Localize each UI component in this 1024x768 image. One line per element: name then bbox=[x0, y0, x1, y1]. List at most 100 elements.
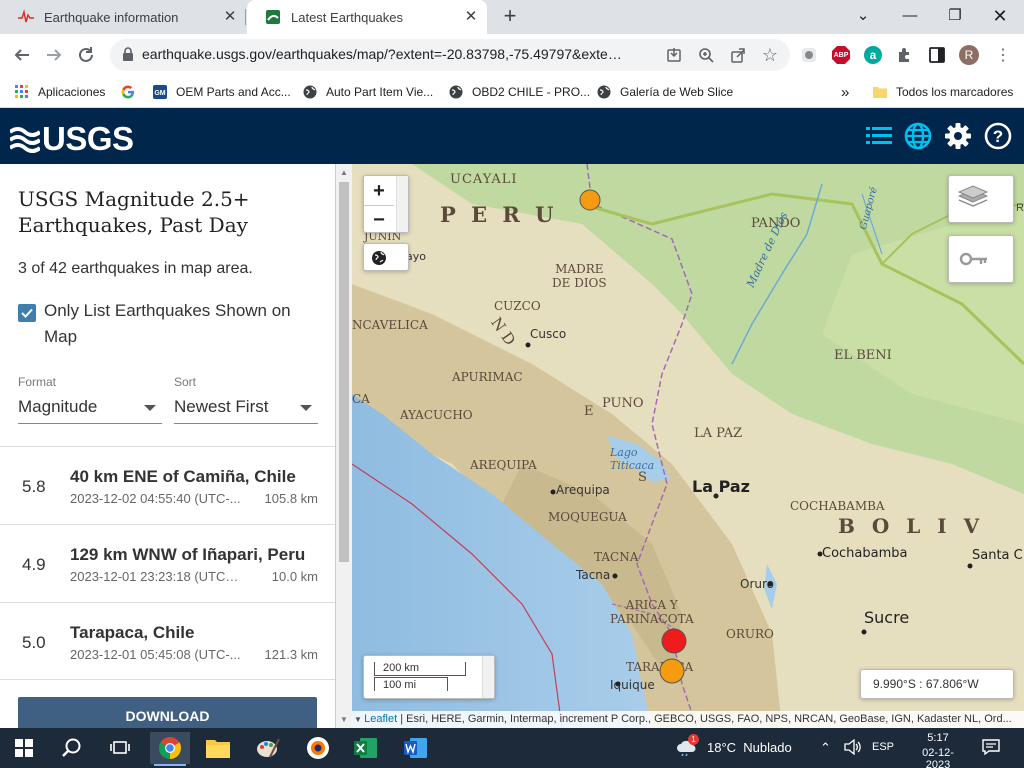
close-tab-icon[interactable]: ✕ bbox=[463, 9, 479, 25]
earthquake-count-text: 3 of 42 earthquakes in map area. bbox=[18, 260, 253, 277]
weather-text[interactable]: 18°C Nublado bbox=[707, 740, 792, 755]
list-title: USGS Magnitude 2.5+ Earthquakes, Past Da… bbox=[18, 187, 250, 237]
windows-taskbar: 1 18°C Nublado ⌃ ESP 5:17 02-12-2023 bbox=[0, 728, 1024, 768]
only-list-shown-checkbox[interactable] bbox=[18, 304, 36, 322]
sidebar-scrollbar[interactable]: ▲ ▼ bbox=[336, 164, 352, 728]
tab-earthquake-information[interactable]: Earthquake information ✕ bbox=[0, 0, 246, 34]
world-view-button[interactable] bbox=[363, 243, 409, 271]
help-question-icon[interactable]: ? bbox=[983, 121, 1013, 151]
bookmark-aplicaciones[interactable]: Aplicaciones bbox=[14, 82, 105, 102]
back-button[interactable] bbox=[10, 43, 34, 67]
leaflet-link[interactable]: Leaflet bbox=[364, 713, 397, 725]
tab-search-icon[interactable]: ⌄ bbox=[848, 5, 878, 27]
reload-button[interactable] bbox=[74, 43, 98, 67]
folder-icon bbox=[206, 740, 230, 758]
legend-key-control[interactable] bbox=[948, 235, 1014, 283]
task-view-button[interactable] bbox=[100, 732, 140, 764]
zoom-control-scrollbar[interactable] bbox=[396, 176, 408, 232]
bookmark-galeria-web-slice[interactable]: Galería de Web Slice bbox=[596, 82, 733, 102]
close-window-button[interactable]: ✕ bbox=[985, 5, 1015, 27]
browser-menu-icon[interactable]: ⋮ bbox=[992, 44, 1014, 66]
side-panel-icon[interactable] bbox=[926, 44, 948, 66]
restore-window-button[interactable]: ❐ bbox=[940, 5, 970, 27]
taskbar-file-explorer[interactable] bbox=[198, 732, 238, 764]
layers-icon bbox=[957, 185, 989, 207]
url-text[interactable]: earthquake.usgs.gov/earthquakes/map/?ext… bbox=[142, 46, 622, 62]
extensions-puzzle-icon[interactable] bbox=[894, 44, 916, 66]
earthquake-time: 2023-12-01 23:23:18 (UTC-0... bbox=[70, 569, 242, 584]
minimize-window-button[interactable]: — bbox=[895, 5, 925, 27]
bookmark-obd2-chile[interactable]: OBD2 CHILE - PRO... bbox=[448, 82, 590, 102]
tab-latest-earthquakes[interactable]: Latest Earthquakes ✕ bbox=[247, 0, 487, 34]
attribution-text: | Esri, HERE, Garmin, Intermap, incremen… bbox=[397, 713, 1012, 725]
usgs-logo[interactable]: USGS bbox=[10, 120, 134, 158]
svg-text:?: ? bbox=[993, 127, 1003, 146]
earthquake-list-item[interactable]: 5.8 40 km ENE of Camiña, Chile 2023-12-0… bbox=[0, 446, 335, 524]
all-bookmarks-folder[interactable]: Todos los marcadores bbox=[872, 82, 1013, 102]
taskbar-chrome[interactable] bbox=[150, 732, 190, 766]
task-view-icon bbox=[110, 741, 130, 754]
start-button[interactable] bbox=[4, 732, 44, 764]
amazon-assistant-icon[interactable]: a bbox=[862, 44, 884, 66]
download-button[interactable]: DOWNLOAD bbox=[18, 697, 317, 728]
settings-gear-icon[interactable] bbox=[943, 121, 973, 151]
taskbar-excel[interactable] bbox=[346, 732, 386, 764]
taskbar-paint[interactable] bbox=[248, 732, 288, 764]
bookmarks-overflow-button[interactable]: » bbox=[841, 82, 849, 102]
clock[interactable]: 5:17 02-12-2023 bbox=[910, 732, 966, 768]
extension-icon[interactable] bbox=[798, 44, 820, 66]
profile-avatar[interactable]: R bbox=[958, 44, 980, 66]
taskbar-word[interactable] bbox=[396, 732, 436, 764]
zoom-in-button[interactable]: + bbox=[364, 176, 394, 206]
globe-icon bbox=[372, 251, 386, 265]
earthquake-marker[interactable] bbox=[658, 657, 686, 685]
list-view-icon[interactable] bbox=[864, 121, 894, 151]
gm-icon: GM bbox=[152, 84, 168, 100]
language-indicator[interactable]: ESP bbox=[872, 741, 894, 753]
map-view-globe-icon[interactable] bbox=[903, 121, 933, 151]
browser-tab-strip: Earthquake information ✕ Latest Earthqua… bbox=[0, 0, 1024, 34]
scroll-up-arrow-icon[interactable]: ▲ bbox=[340, 168, 348, 177]
earthquake-magnitude: 4.9 bbox=[22, 555, 46, 574]
share-icon[interactable] bbox=[728, 45, 748, 65]
install-app-icon[interactable] bbox=[664, 45, 684, 65]
tab-title: Latest Earthquakes bbox=[291, 9, 404, 25]
earthquake-map[interactable]: UCAYALI P E R U PANDO MADRE DE DIOS CUZC… bbox=[352, 164, 1024, 728]
bookmark-label: Galería de Web Slice bbox=[620, 85, 734, 99]
sort-select[interactable]: Newest First bbox=[174, 392, 318, 424]
notifications-icon[interactable] bbox=[982, 739, 1000, 758]
new-tab-button[interactable]: + bbox=[498, 5, 522, 29]
zoom-icon[interactable] bbox=[696, 45, 716, 65]
only-list-shown-label[interactable]: Only List Earthquakes Shown on Map bbox=[44, 298, 314, 350]
attribution-toggle-icon[interactable]: ▼ bbox=[354, 715, 364, 724]
scrollbar-thumb[interactable] bbox=[339, 182, 349, 562]
zoom-out-button[interactable]: − bbox=[364, 205, 394, 235]
scale-scrollbar[interactable] bbox=[482, 656, 494, 698]
bookmark-star-icon[interactable]: ☆ bbox=[760, 45, 780, 65]
taskbar-avast[interactable] bbox=[298, 732, 338, 764]
lock-icon[interactable] bbox=[122, 47, 134, 66]
volume-icon[interactable] bbox=[844, 738, 862, 758]
earthquake-list-item[interactable]: 4.9 129 km WNW of Iñapari, Peru 2023-12-… bbox=[0, 524, 335, 602]
globe-icon bbox=[448, 84, 464, 100]
back-arrow-icon bbox=[14, 49, 29, 61]
adblock-plus-icon[interactable]: ABP bbox=[830, 44, 852, 66]
hidden-icons-chevron-icon[interactable]: ⌃ bbox=[820, 740, 831, 756]
earthquake-list-item[interactable]: 5.0 Tarapaca, Chile 2023-12-01 05:45:08 … bbox=[0, 602, 335, 680]
earthquake-list: 5.8 40 km ENE of Camiña, Chile 2023-12-0… bbox=[0, 446, 335, 680]
earthquake-marker[interactable] bbox=[578, 188, 602, 212]
scale-mi: 100 mi bbox=[374, 677, 448, 691]
layers-control[interactable] bbox=[948, 175, 1014, 223]
bookmark-oem-parts[interactable]: GM OEM Parts and Acc... bbox=[152, 82, 291, 102]
forward-button[interactable] bbox=[42, 43, 66, 67]
scroll-down-arrow-icon[interactable]: ▼ bbox=[340, 715, 348, 724]
address-bar[interactable]: earthquake.usgs.gov/earthquakes/map/?ext… bbox=[110, 39, 790, 71]
bookmark-google[interactable] bbox=[120, 82, 144, 102]
format-select[interactable]: Magnitude bbox=[18, 392, 162, 424]
bookmark-auto-part[interactable]: Auto Part Item Vie... bbox=[302, 82, 433, 102]
earthquake-marker[interactable] bbox=[660, 627, 688, 655]
folder-icon bbox=[872, 84, 888, 100]
close-tab-icon[interactable]: ✕ bbox=[222, 9, 238, 25]
search-button[interactable] bbox=[52, 732, 92, 764]
checkmark-icon bbox=[21, 308, 33, 318]
